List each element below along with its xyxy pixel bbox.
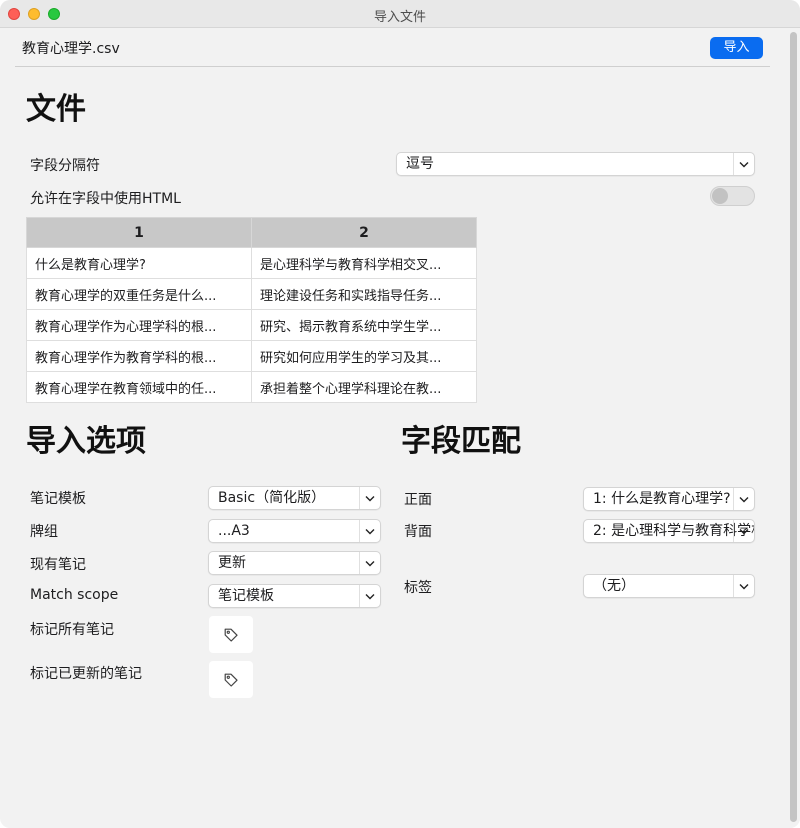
table-cell: 什么是教育心理学? [26,247,252,279]
window-title: 导入文件 [373,10,426,25]
table-header-row: 1 2 [26,217,477,248]
file-name: 教育心理学.csv [22,41,120,57]
deck-select[interactable]: ...A3 [208,519,381,543]
tag-icon [224,673,238,687]
match-scope-select[interactable]: 笔记模板 [208,584,381,608]
column-header: 1 [26,217,252,248]
tag-icon [224,628,238,642]
column-header: 2 [251,217,477,248]
deck-label: 牌组 [30,524,58,540]
delimiter-value: 逗号 [406,156,434,172]
notetype-label: 笔记模板 [30,491,86,507]
table-cell: 理论建设任务和实践指导任务... [251,278,477,310]
chevron-down-icon [733,488,754,510]
existing-notes-label: 现有笔记 [30,557,86,573]
notetype-value: Basic（简化版） [218,490,326,506]
front-field-label: 正面 [404,492,432,508]
import-button[interactable]: 导入 [710,37,763,59]
table-row: 什么是教育心理学? 是心理科学与教育科学相交叉... [26,247,477,279]
chevron-down-icon [359,487,380,509]
csv-preview-table: 1 2 什么是教育心理学? 是心理科学与教育科学相交叉... 教育心理学的双重任… [26,217,477,403]
table-cell: 承担着整个心理学科理论在教... [251,371,477,403]
table-row: 教育心理学作为教育学科的根... 研究如何应用学生的学习及其... [26,340,477,372]
vertical-scrollbar[interactable] [788,28,800,828]
import-window: 导入文件 教育心理学.csv 导入 文件 字段分隔符 逗号 允许在字段中使用HT… [0,0,800,828]
toggle-knob [712,188,728,204]
back-field-label: 背面 [404,524,432,540]
front-field-value: 1: 什么是教育心理学? [593,491,731,507]
tags-field-value: （无） [593,578,635,594]
import-options-heading: 导入选项 [26,424,146,459]
back-field-value: 2: 是心理科学与教育科学相交叉 [593,523,754,539]
field-mapping-heading: 字段匹配 [401,424,521,459]
title-bar: 导入文件 [0,0,800,28]
allow-html-toggle[interactable] [710,186,755,206]
table-cell: 教育心理学的双重任务是什么... [26,278,252,310]
match-scope-label: Match scope [30,587,119,603]
existing-notes-value: 更新 [218,555,246,571]
deck-value: ...A3 [218,523,250,539]
table-cell: 教育心理学作为教育学科的根... [26,340,252,372]
tag-all-editor[interactable] [209,616,253,653]
table-row: 教育心理学作为心理学科的根... 研究、揭示教育系统中学生学... [26,309,477,341]
match-scope-value: 笔记模板 [218,588,274,604]
table-cell: 研究、揭示教育系统中学生学... [251,309,477,341]
tag-updated-editor[interactable] [209,661,253,698]
header-divider [15,66,770,67]
chevron-down-icon [359,552,380,574]
delimiter-select[interactable]: 逗号 [396,152,755,176]
chevron-down-icon [733,520,754,542]
chevron-down-icon [733,575,754,597]
file-section-heading: 文件 [26,92,86,127]
table-cell: 教育心理学在教育领域中的任... [26,371,252,403]
tags-field-select[interactable]: （无） [583,574,755,598]
delimiter-label: 字段分隔符 [30,158,100,174]
table-cell: 教育心理学作为心理学科的根... [26,309,252,341]
chevron-down-icon [733,153,754,175]
chevron-down-icon [359,520,380,542]
scrollbar-thumb[interactable] [790,32,797,822]
tag-all-label: 标记所有笔记 [30,622,114,638]
table-row: 教育心理学在教育领域中的任... 承担着整个心理学科理论在教... [26,371,477,403]
front-field-select[interactable]: 1: 什么是教育心理学? [583,487,755,511]
table-cell: 是心理科学与教育科学相交叉... [251,247,477,279]
tags-field-label: 标签 [404,580,432,596]
back-field-select[interactable]: 2: 是心理科学与教育科学相交叉 [583,519,755,543]
allow-html-label: 允许在字段中使用HTML [30,191,181,207]
table-cell: 研究如何应用学生的学习及其... [251,340,477,372]
tag-updated-label: 标记已更新的笔记 [30,666,142,682]
table-row: 教育心理学的双重任务是什么... 理论建设任务和实践指导任务... [26,278,477,310]
notetype-select[interactable]: Basic（简化版） [208,486,381,510]
chevron-down-icon [359,585,380,607]
existing-notes-select[interactable]: 更新 [208,551,381,575]
